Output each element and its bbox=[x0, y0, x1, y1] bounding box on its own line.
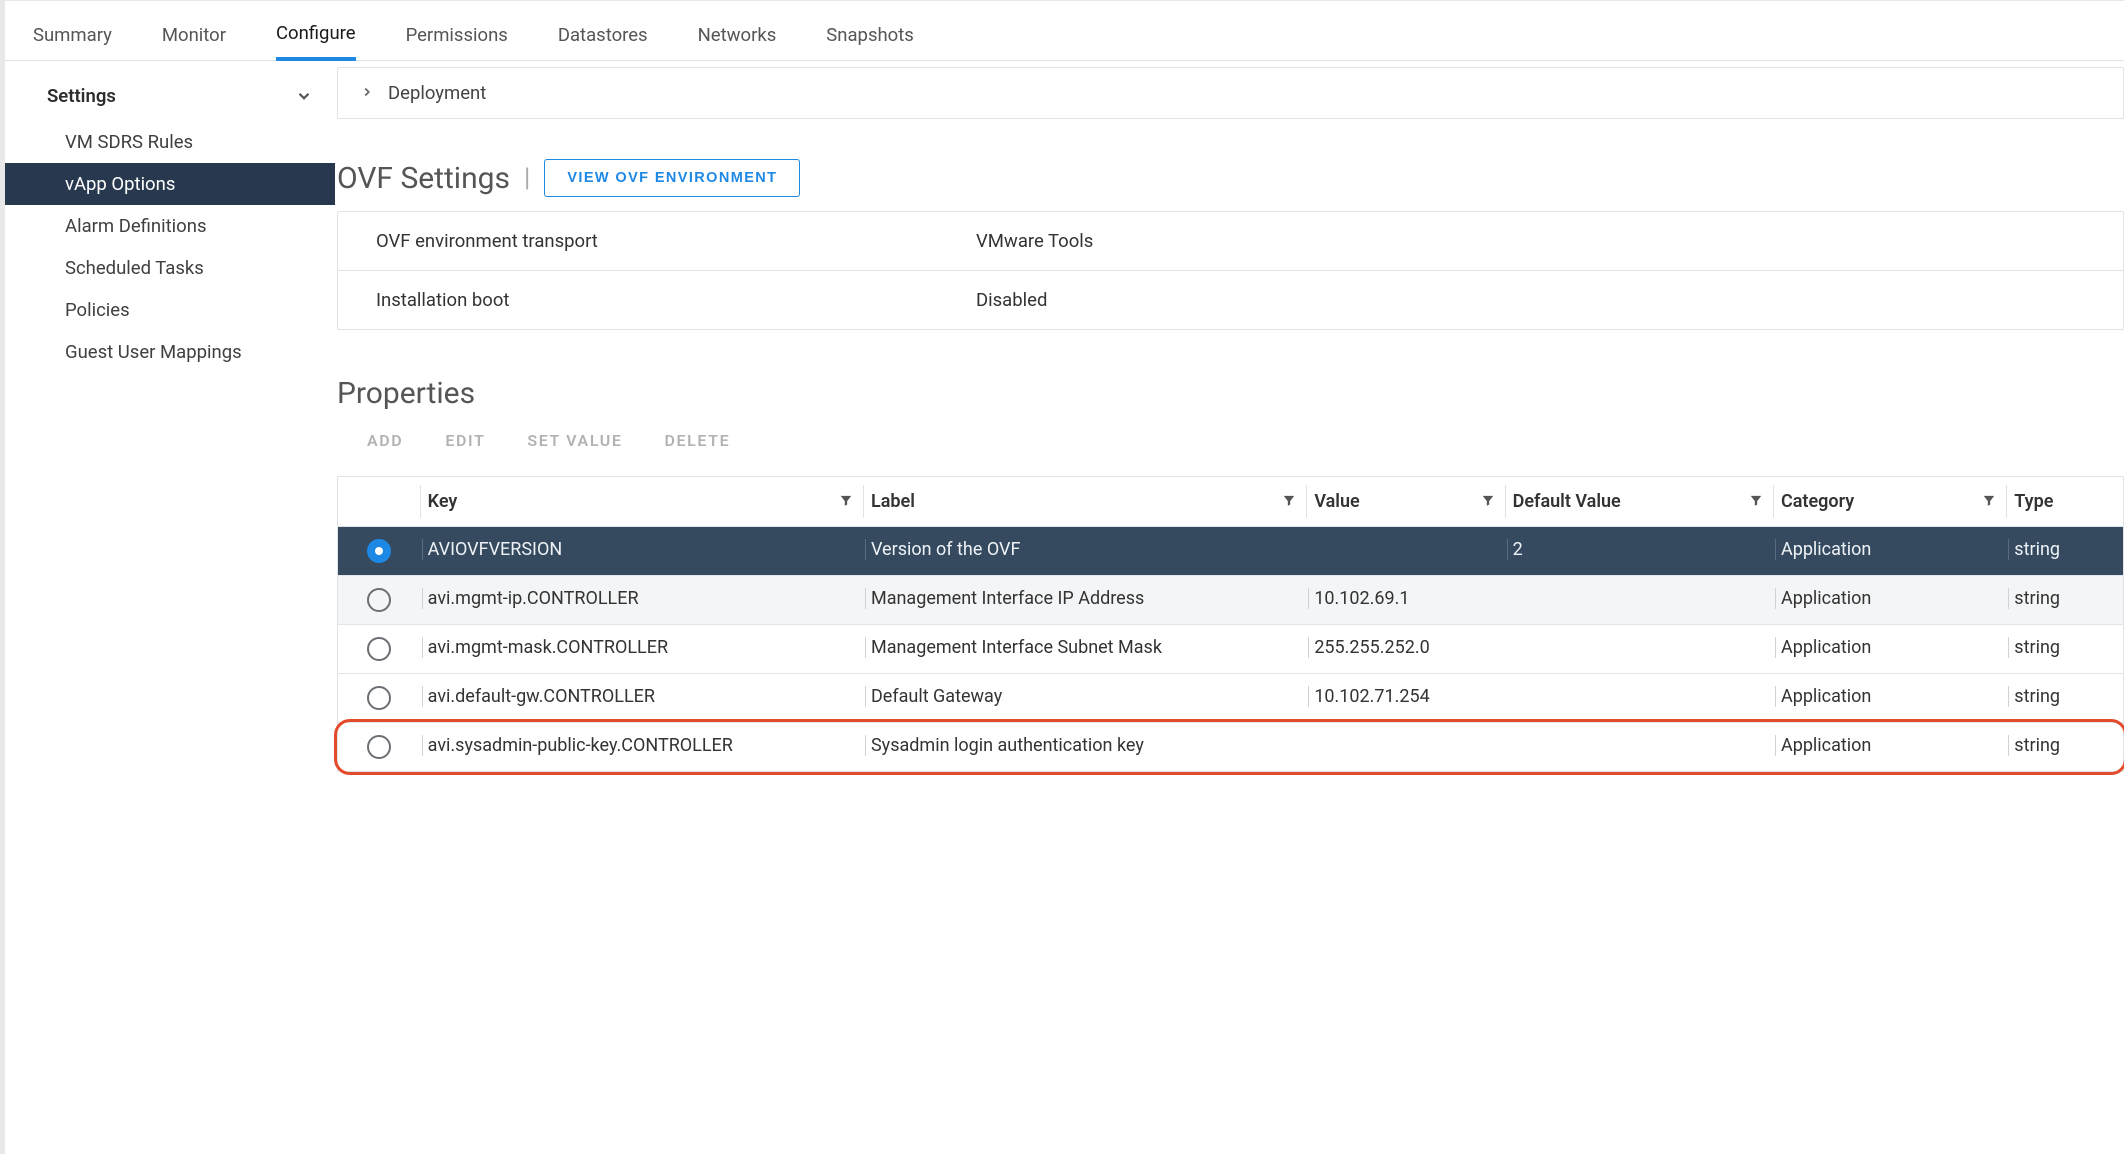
tab-summary[interactable]: Summary bbox=[33, 9, 112, 61]
cell: Management Interface IP Address bbox=[871, 588, 1298, 609]
properties-title: Properties bbox=[337, 376, 2124, 411]
chevron-right-icon bbox=[360, 82, 374, 104]
cell: Application bbox=[1781, 539, 1998, 560]
add-button[interactable]: ADD bbox=[367, 431, 403, 450]
cell: Application bbox=[1781, 686, 1998, 707]
tab-datastores[interactable]: Datastores bbox=[558, 9, 648, 61]
cell: AVIOVFVERSION bbox=[428, 539, 855, 560]
filter-icon[interactable] bbox=[1749, 491, 1763, 512]
col-default-value[interactable]: Default Value bbox=[1505, 477, 1773, 527]
table-row[interactable]: avi.mgmt-ip.CONTROLLER Management Interfa… bbox=[338, 576, 2123, 625]
tab-snapshots[interactable]: Snapshots bbox=[826, 9, 914, 61]
tab-monitor[interactable]: Monitor bbox=[162, 9, 226, 61]
table-row[interactable]: avi.mgmt-mask.CONTROLLER Management Inter… bbox=[338, 625, 2123, 674]
cell: Application bbox=[1781, 735, 1998, 756]
cell: Application bbox=[1781, 588, 1998, 609]
sidebar-item-vapp-options[interactable]: vApp Options bbox=[5, 163, 335, 205]
delete-button[interactable]: DELETE bbox=[665, 431, 731, 450]
cell: Version of the OVF bbox=[871, 539, 1298, 560]
sidebar-heading-label: Settings bbox=[47, 85, 116, 107]
ovf-row-value: VMware Tools bbox=[976, 230, 1093, 252]
filter-icon[interactable] bbox=[1481, 491, 1495, 512]
deployment-label: Deployment bbox=[388, 82, 486, 104]
col-label: Type bbox=[2014, 491, 2053, 512]
cell: string bbox=[2014, 735, 2115, 756]
col-label: Label bbox=[871, 491, 915, 512]
cell: avi.mgmt-mask.CONTROLLER bbox=[428, 637, 855, 658]
cell: 2 bbox=[1513, 539, 1765, 560]
col-label: Default Value bbox=[1513, 491, 1621, 512]
ovf-row: OVF environment transportVMware Tools bbox=[338, 212, 2123, 270]
chevron-down-icon bbox=[295, 87, 313, 105]
cell: string bbox=[2014, 539, 2115, 560]
table-row[interactable]: avi.default-gw.CONTROLLER Default Gateway… bbox=[338, 674, 2123, 723]
properties-table: Key Label Value Default Value Category Type A… bbox=[337, 476, 2124, 772]
row-radio[interactable] bbox=[367, 735, 391, 759]
ovf-row: Installation bootDisabled bbox=[338, 270, 2123, 329]
ovf-settings-title: OVF Settings bbox=[337, 161, 510, 196]
sidebar: Settings VM SDRS RulesvApp OptionsAlarm … bbox=[5, 61, 335, 1154]
row-radio[interactable] bbox=[367, 588, 391, 612]
col-key[interactable]: Key bbox=[420, 477, 863, 527]
table-row[interactable]: avi.sysadmin-public-key.CONTROLLER Sysadm… bbox=[338, 723, 2123, 772]
sidebar-item-scheduled-tasks[interactable]: Scheduled Tasks bbox=[5, 247, 335, 289]
cell: string bbox=[2014, 686, 2115, 707]
tab-permissions[interactable]: Permissions bbox=[406, 9, 508, 61]
ovf-row-value: Disabled bbox=[976, 289, 1047, 311]
col-label: Value bbox=[1314, 491, 1359, 512]
cell: string bbox=[2014, 637, 2115, 658]
ovf-settings-panel: OVF environment transportVMware ToolsIns… bbox=[337, 211, 2124, 330]
col-value[interactable]: Value bbox=[1306, 477, 1504, 527]
row-radio[interactable] bbox=[367, 686, 391, 710]
cell: Management Interface Subnet Mask bbox=[871, 637, 1298, 658]
table-row[interactable]: AVIOVFVERSION Version of the OVF 2 Applicat… bbox=[338, 527, 2123, 576]
cell: 10.102.71.254 bbox=[1314, 686, 1496, 707]
sidebar-item-guest-user-mappings[interactable]: Guest User Mappings bbox=[5, 331, 335, 373]
deployment-panel: Deployment bbox=[337, 67, 2124, 119]
deployment-toggle[interactable]: Deployment bbox=[338, 68, 2123, 118]
sidebar-item-policies[interactable]: Policies bbox=[5, 289, 335, 331]
cell: Application bbox=[1781, 637, 1998, 658]
sidebar-item-alarm-definitions[interactable]: Alarm Definitions bbox=[5, 205, 335, 247]
cell: Sysadmin login authentication key bbox=[871, 735, 1298, 756]
filter-icon[interactable] bbox=[1982, 491, 1996, 512]
col-type[interactable]: Type bbox=[2006, 477, 2123, 527]
cell: avi.sysadmin-public-key.CONTROLLER bbox=[428, 735, 855, 756]
col-category[interactable]: Category bbox=[1773, 477, 2006, 527]
ovf-row-key: Installation boot bbox=[376, 289, 976, 311]
col-label: Category bbox=[1781, 491, 1854, 512]
filter-icon[interactable] bbox=[839, 491, 853, 512]
cell: string bbox=[2014, 588, 2115, 609]
tab-configure[interactable]: Configure bbox=[276, 9, 356, 61]
cell: 255.255.252.0 bbox=[1314, 637, 1496, 658]
separator: | bbox=[524, 163, 530, 193]
row-radio[interactable] bbox=[367, 637, 391, 661]
filter-icon[interactable] bbox=[1282, 491, 1296, 512]
col-select bbox=[338, 477, 420, 527]
cell: avi.default-gw.CONTROLLER bbox=[428, 686, 855, 707]
properties-actions: ADD EDIT SET VALUE DELETE bbox=[337, 419, 2124, 476]
sidebar-section-settings[interactable]: Settings bbox=[5, 79, 335, 121]
set-value-button[interactable]: SET VALUE bbox=[527, 431, 622, 450]
sidebar-item-vm-sdrs-rules[interactable]: VM SDRS Rules bbox=[5, 121, 335, 163]
tab-networks[interactable]: Networks bbox=[698, 9, 777, 61]
cell: 10.102.69.1 bbox=[1314, 588, 1496, 609]
view-ovf-environment-button[interactable]: VIEW OVF ENVIRONMENT bbox=[544, 159, 800, 197]
row-radio[interactable] bbox=[367, 539, 391, 563]
edit-button[interactable]: EDIT bbox=[445, 431, 485, 450]
col-label[interactable]: Label bbox=[863, 477, 1306, 527]
cell: avi.mgmt-ip.CONTROLLER bbox=[428, 588, 855, 609]
content-pane: Deployment OVF Settings | VIEW OVF ENVIR… bbox=[335, 61, 2124, 1154]
ovf-row-key: OVF environment transport bbox=[376, 230, 976, 252]
col-label: Key bbox=[428, 491, 458, 512]
tabs-bar: Summary Monitor Configure Permissions Datast… bbox=[5, 9, 2124, 61]
cell: Default Gateway bbox=[871, 686, 1298, 707]
